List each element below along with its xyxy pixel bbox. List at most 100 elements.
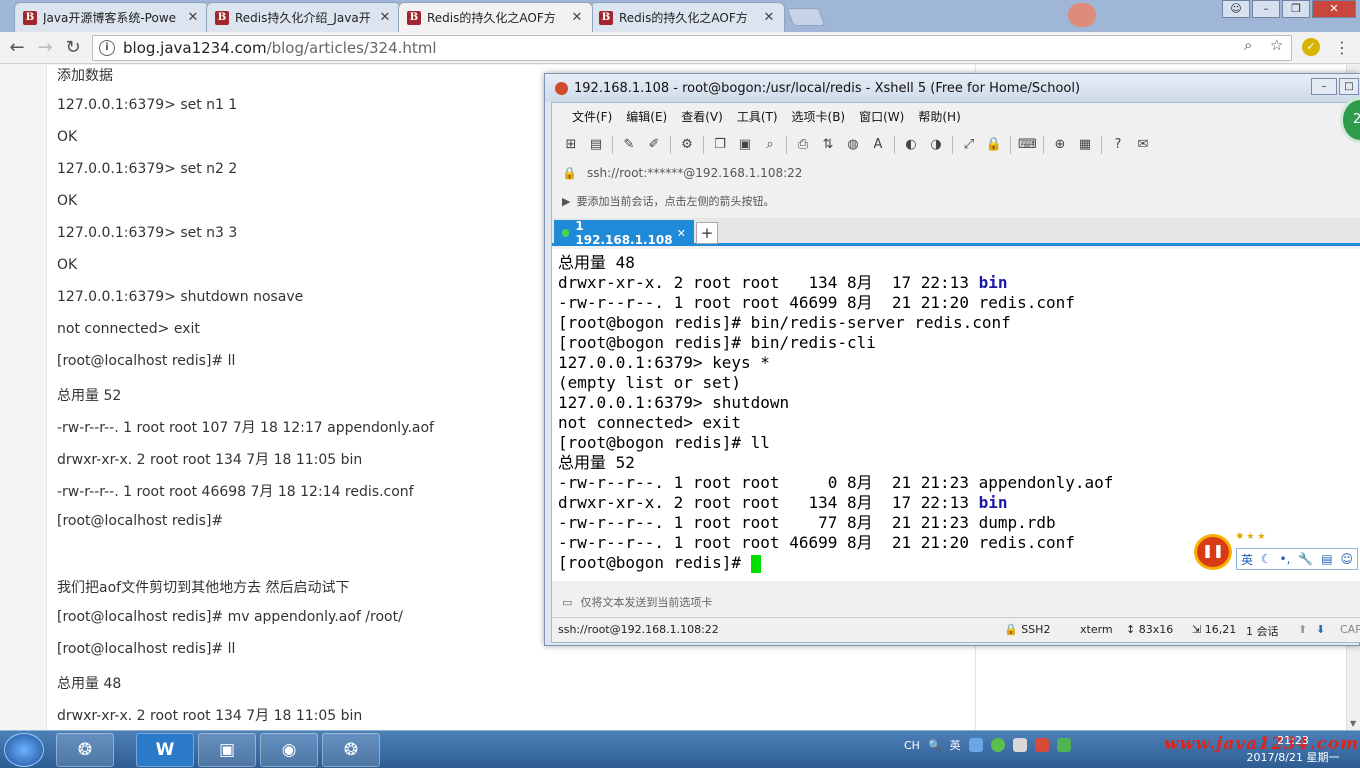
taskbar-app-chrome-icon[interactable]: ◉ [260,733,318,767]
connected-dot-icon [562,229,570,237]
reload-icon[interactable]: ↻ [62,37,84,59]
tray-shield-icon[interactable] [1056,738,1071,752]
browser-tab-1[interactable]: B Java开源博客系统-Powe ✕ [14,2,209,32]
zoom-icon[interactable]: ⌕ [1244,36,1252,54]
chat-icon[interactable]: ✉ [1134,137,1152,153]
fullscreen-icon[interactable]: ⤢ [960,137,978,153]
browser-tab-3[interactable]: B Redis的持久化之AOF方 ✕ [398,2,593,32]
layout-icon[interactable]: ▦ [1076,137,1094,153]
close-icon[interactable]: ✕ [378,10,392,25]
new-session-icon[interactable]: ⊞ [562,137,580,153]
find-icon[interactable]: ⌕ [761,137,779,153]
xshell-menu-item[interactable]: 帮助(H) [918,108,960,125]
new-tab-button[interactable] [786,8,826,26]
taskbar-clock[interactable]: 21:23 2017/8/21 星期一 [1238,732,1348,766]
xshell-menu-item[interactable]: 工具(T) [737,108,778,125]
terminal-text: -rw-r--r--. 1 root root 0 8月 21 21:23 ap… [558,473,1114,492]
menu-icon[interactable]: ⋮ [1334,38,1350,57]
minimize-button[interactable]: – [1252,0,1280,18]
windows-taskbar: ❂ W ▣ ◉ ❂ CH 🔍 英 [0,730,1360,768]
toolbar-separator [1101,136,1102,154]
wrench-icon[interactable]: 🔧 [1298,552,1313,566]
article-line: not connected> exit [57,321,200,337]
extension-icon[interactable]: ✓ [1302,38,1320,56]
xshell-menu-item[interactable]: 文件(F) [572,108,612,125]
keyboard-icon[interactable]: ⌨ [1018,137,1037,153]
xshell-menu-item[interactable]: 查看(V) [681,108,723,125]
browser-tab-2[interactable]: B Redis持久化介绍_Java开 ✕ [206,2,401,32]
lock-icon[interactable]: 🔒 [985,137,1003,153]
ime-language[interactable]: 英 [1241,551,1253,568]
close-icon[interactable]: ✕ [570,10,584,25]
print-icon[interactable]: ⎙ [794,137,812,153]
clipboard-icon[interactable]: ▤ [1321,552,1332,566]
add-icon[interactable]: ⊕ [1051,137,1069,153]
xshell-minimize-button[interactable]: – [1311,78,1337,95]
xshell-title-bar[interactable]: 192.168.1.108 - root@bogon:/usr/local/re… [545,74,1360,102]
new-tab-plus-button[interactable]: + [696,222,718,244]
compose-bar[interactable]: ▭ 仅将文本发送到当前选项卡 [552,589,1360,615]
taskbar-app-explorer-icon[interactable]: ▣ [198,733,256,767]
ime-controls: 英 ☾ •, 🔧 ▤ ☺ [1236,548,1358,570]
article-line: 127.0.0.1:6379> set n2 2 [57,161,238,177]
terminal-text: -rw-r--r--. 1 root root 46699 8月 21 21:2… [558,293,1075,312]
xshell-address-bar[interactable]: 🔒 ssh://root:******@192.168.1.108:22 [562,161,1352,185]
forward-arrow-icon[interactable]: → [34,37,56,59]
tray-network-icon[interactable] [1012,738,1027,752]
terminal-line: -rw-r--r--. 1 root root 0 8月 21 21:23 ap… [558,473,1360,493]
reconnect-icon[interactable]: ✐ [645,137,663,153]
help-icon[interactable]: ? [1109,137,1127,153]
toolbar-separator [1010,136,1011,154]
xshell-menu-item[interactable]: 窗口(W) [859,108,904,125]
terminal-text: 总用量 48 [558,253,635,272]
session-tab[interactable]: 1 192.168.1.108 ✕ [554,219,694,247]
tray-box-icon[interactable] [968,738,983,752]
close-icon[interactable]: ✕ [677,227,686,240]
taskbar-app-xshell-icon[interactable]: ❂ [322,733,380,767]
article-line: [root@localhost redis]# [57,513,224,529]
scroll-down-icon[interactable]: ▼ [1350,719,1356,728]
info-icon[interactable]: i [99,40,115,56]
open-folder-icon[interactable]: ▤ [587,137,605,153]
xmanager-icon[interactable]: ◑ [927,137,945,153]
close-icon[interactable]: ✕ [762,10,776,25]
status-down-icon[interactable]: ⬇ [1316,623,1325,636]
start-button-icon[interactable] [4,733,44,767]
moon-icon[interactable]: ☾ [1261,552,1272,566]
arrow-hint-icon[interactable]: ▶ [562,195,570,208]
properties-icon[interactable]: ⚙ [678,137,696,153]
browser-tab-4[interactable]: B Redis的持久化之AOF方 ✕ [590,2,785,32]
close-icon[interactable]: ✕ [186,10,200,25]
tray-search-icon[interactable]: 🔍 [928,739,942,752]
pause-recording-icon[interactable]: ❚❚ [1194,534,1232,570]
disconnect-icon[interactable]: ✎ [620,137,638,153]
smiley-icon[interactable]: ☺ [1340,552,1353,566]
xshell-menu-item[interactable]: 选项卡(B) [792,108,846,125]
tray-ime[interactable]: 英 [950,737,961,753]
xshell-maximize-button[interactable]: □ [1339,78,1359,95]
font-icon[interactable]: A [869,137,887,153]
back-arrow-icon[interactable]: ← [6,37,28,59]
user-icon[interactable]: ☺ [1222,0,1250,18]
transfer-icon[interactable]: ⇅ [819,137,837,153]
xftp-icon[interactable]: ◐ [902,137,920,153]
terminal-line: [root@bogon redis]# ll [558,433,1360,453]
globe-icon[interactable]: ◍ [844,137,862,153]
close-window-button[interactable]: ✕ [1312,0,1356,18]
taskbar-app-photos-icon[interactable]: ❂ [56,733,114,767]
maximize-button[interactable]: ❐ [1282,0,1310,18]
punctuation-icon[interactable]: •, [1280,552,1291,566]
profile-avatar[interactable] [1068,3,1096,27]
paste-icon[interactable]: ▣ [736,137,754,153]
tray-security-icon[interactable] [1034,738,1049,752]
bookmark-star-icon[interactable]: ☆ [1270,36,1283,54]
terminal-text: [root@bogon redis]# bin/redis-cli [558,333,876,352]
taskbar-app-word-icon[interactable]: W [136,733,194,767]
xshell-menu-item[interactable]: 编辑(E) [626,108,667,125]
address-bar[interactable]: i blog.java1234.com/blog/articles/324.ht… [92,35,1292,61]
tray-language[interactable]: CH [904,739,920,752]
tray-browser-icon[interactable] [990,738,1005,752]
toolbar-separator [703,136,704,154]
status-up-icon[interactable]: ⬆ [1298,623,1307,636]
copy-icon[interactable]: ❐ [711,137,729,153]
